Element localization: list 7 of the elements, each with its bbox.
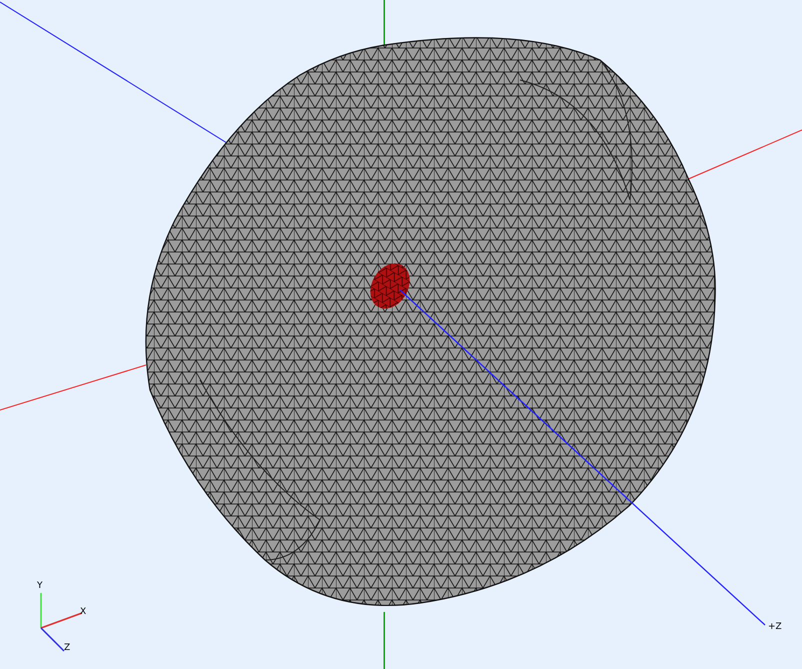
axis-line [384,0,385,46]
axis-label: Z [64,643,70,653]
axis-triad-icon [40,593,82,652]
axis-label: X [80,607,86,617]
axis-line [384,612,385,669]
axis-label: +Z [768,622,782,632]
axis-label: Y [37,581,42,591]
